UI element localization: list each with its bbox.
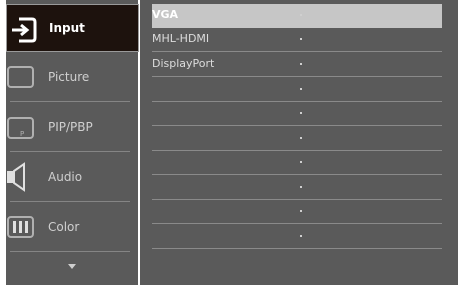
option-empty[interactable] <box>152 151 442 175</box>
option-displayport[interactable]: DisplayPort <box>152 53 442 77</box>
option-dot <box>300 38 302 40</box>
sidebar-item-label: Input <box>49 21 85 35</box>
option-dot <box>300 161 302 163</box>
option-mhl-hdmi[interactable]: MHL-HDMI <box>152 28 442 52</box>
option-label: VGA <box>152 8 179 21</box>
option-empty[interactable] <box>152 127 442 151</box>
option-dot <box>300 235 302 237</box>
picture-icon <box>6 61 40 93</box>
osd-menu: Input Picture P PIP/PBP Audio Color VGA … <box>0 0 463 289</box>
option-dot <box>300 112 302 114</box>
sidebar-item-picture[interactable]: Picture <box>6 52 138 102</box>
option-dot <box>300 186 302 188</box>
row-separator <box>152 248 442 249</box>
row-separator <box>152 174 442 175</box>
option-dot <box>300 137 302 139</box>
option-dot <box>300 210 302 212</box>
option-empty[interactable] <box>152 200 442 224</box>
sidebar-item-label: Audio <box>48 170 83 184</box>
row-separator <box>152 51 442 52</box>
option-dot <box>300 14 302 16</box>
osd-sidebar: Input Picture P PIP/PBP Audio Color <box>6 0 139 285</box>
sidebar-item-pip-pbp[interactable]: P PIP/PBP <box>6 102 138 152</box>
sidebar-item-label: Picture <box>48 70 90 84</box>
svg-text:P: P <box>20 130 24 138</box>
color-bars-icon <box>6 211 40 243</box>
option-empty[interactable] <box>152 78 442 102</box>
option-empty[interactable] <box>152 102 442 126</box>
scroll-down-icon[interactable] <box>68 264 76 269</box>
option-empty[interactable] <box>152 176 442 200</box>
input-icon <box>7 14 41 46</box>
pip-pbp-icon: P <box>6 111 40 143</box>
sidebar-item-label: PIP/PBP <box>48 120 93 134</box>
sidebar-item-label: Color <box>48 220 80 234</box>
row-separator <box>152 76 442 77</box>
option-dot <box>300 63 302 65</box>
submenu-panel: VGA MHL-HDMI DisplayPort <box>140 0 458 285</box>
option-vga[interactable]: VGA <box>152 4 442 28</box>
option-empty[interactable] <box>152 225 442 249</box>
option-dot <box>300 88 302 90</box>
row-separator <box>152 125 442 126</box>
sidebar-item-audio[interactable]: Audio <box>6 152 138 202</box>
sidebar-item-input[interactable]: Input <box>6 4 139 52</box>
speaker-icon <box>6 161 40 193</box>
sidebar-item-color[interactable]: Color <box>6 202 138 252</box>
row-separator <box>152 223 442 224</box>
option-label: MHL-HDMI <box>152 32 210 45</box>
menu-separator <box>10 251 130 252</box>
option-label: DisplayPort <box>152 57 215 70</box>
